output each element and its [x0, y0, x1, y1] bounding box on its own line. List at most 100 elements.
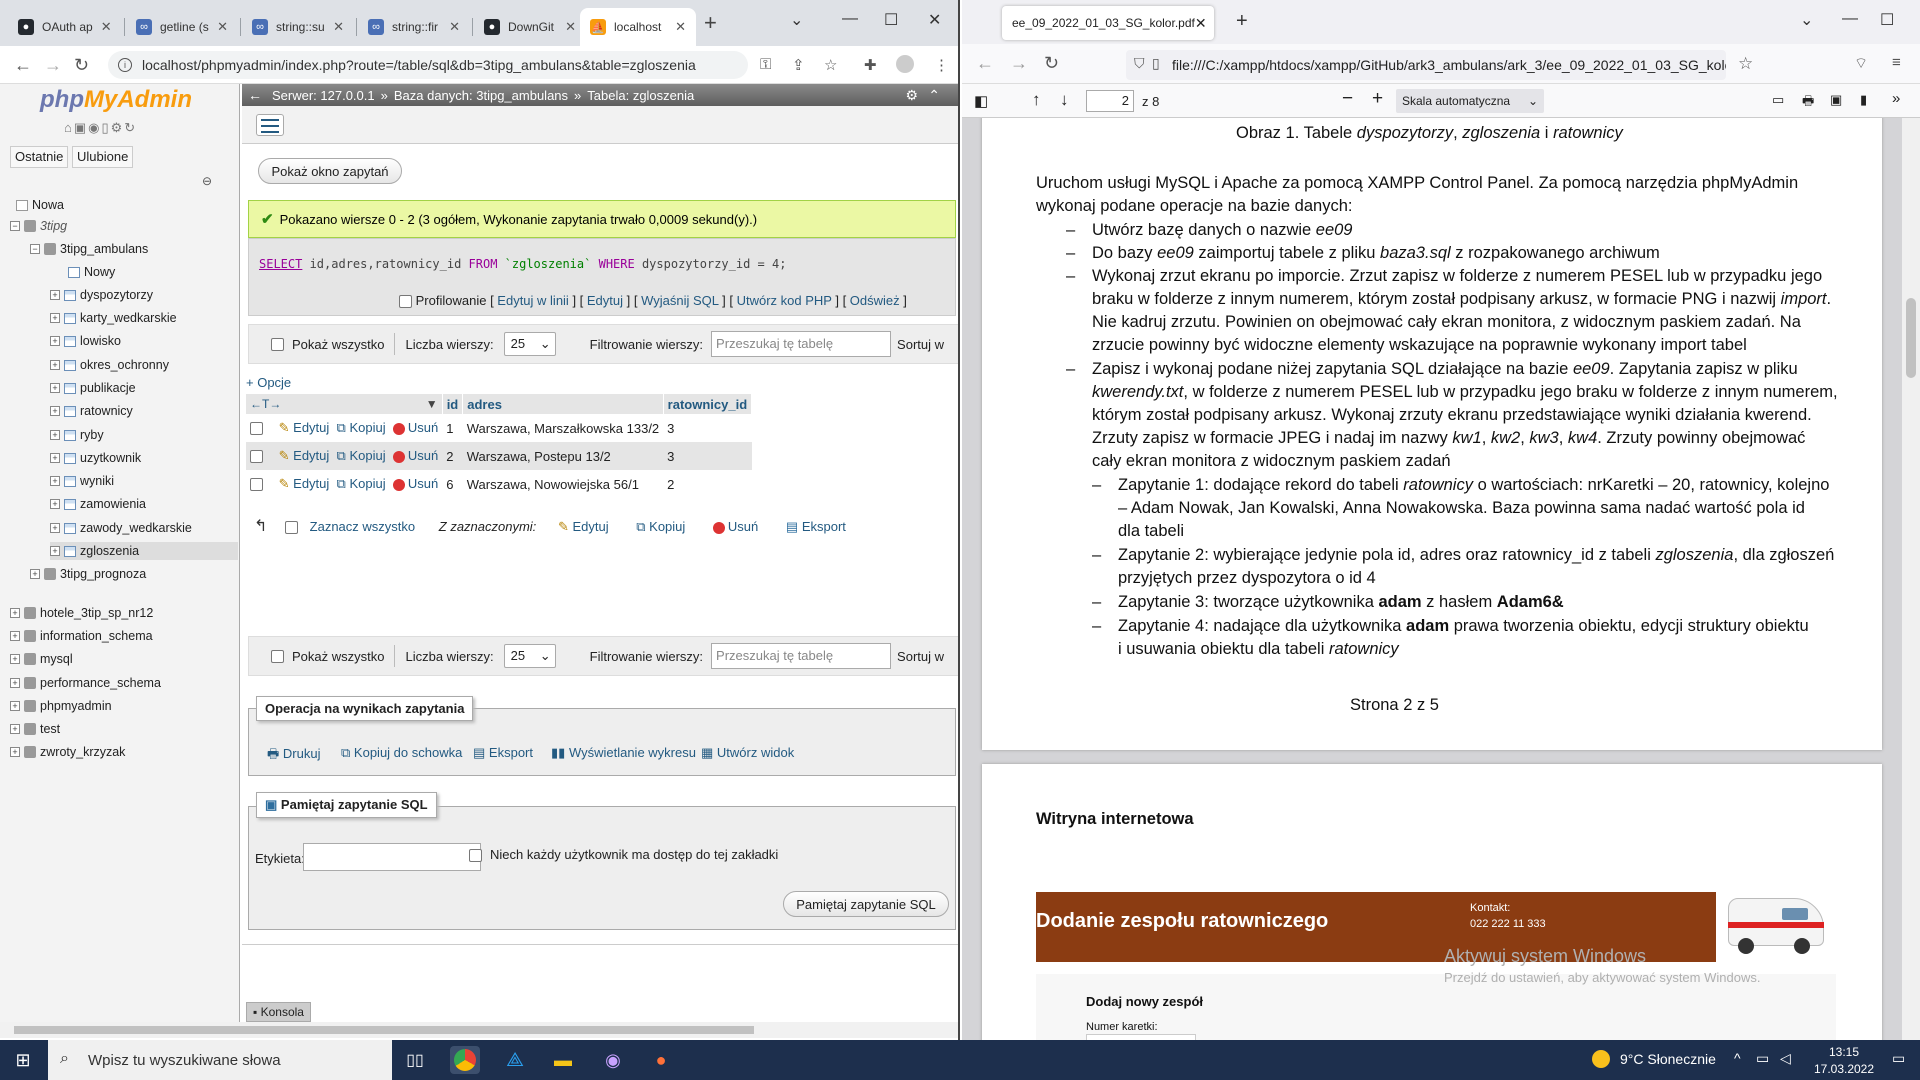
bookmark-star-icon[interactable]: ☆ [824, 56, 837, 74]
expand-icon[interactable]: + [50, 476, 60, 486]
collapse-top-icon[interactable]: ⌃ [928, 87, 940, 104]
create-php-code-link[interactable]: Utwórz kod PHP [737, 293, 832, 308]
cell-ratownicy-id[interactable]: 2 [663, 470, 751, 498]
tree-db[interactable]: + phpmyadmin [10, 697, 112, 715]
new-tab-plus-icon[interactable]: + [1236, 10, 1248, 33]
display-chart-link[interactable]: ▮▮ Wyświetlanie wykresu [551, 745, 696, 761]
print-link[interactable]: 🖶 Drukuj [267, 745, 320, 767]
reload-icon[interactable]: ↻ [1044, 53, 1059, 74]
bookmark-shared-checkbox[interactable] [469, 849, 482, 863]
check-all-checkbox[interactable] [285, 521, 299, 535]
settings-gear-icon[interactable]: ⚙ [905, 87, 918, 104]
key-icon[interactable]: ⚿ [760, 56, 771, 73]
breadcrumb-table[interactable]: Tabela: zgloszenia [587, 88, 694, 103]
vertical-scrollbar[interactable] [1902, 118, 1920, 1040]
bookmark-star-icon[interactable]: ☆ [1738, 54, 1753, 74]
zoom-select[interactable]: Skala automatyczna ⌄ [1396, 89, 1544, 113]
edit-query-link[interactable]: Edytuj [587, 293, 623, 308]
bulk-copy-button[interactable]: Kopiuj [649, 519, 685, 534]
tree-db-3tipg[interactable]: − 3tipg [10, 217, 67, 235]
tree-table[interactable]: + karty_wedkarskie [50, 309, 177, 327]
page-number-input[interactable]: 2 [1086, 90, 1134, 112]
expand-icon[interactable]: + [50, 313, 60, 323]
expand-icon[interactable]: + [50, 290, 60, 300]
show-all-checkbox[interactable] [271, 337, 284, 351]
column-header-adres[interactable]: adres [462, 394, 664, 414]
tree-table[interactable]: + uzytkownik [50, 449, 141, 467]
clock-time[interactable]: 13:15 [1808, 1045, 1880, 1059]
tab-close-icon[interactable]: ✕ [93, 19, 112, 35]
tab-downgit[interactable]: ● DownGit ✕ [474, 8, 586, 46]
bookmark-shared-option[interactable]: Niech każdy użytkownik ma dostęp do tej … [469, 847, 778, 863]
expand-icon[interactable]: + [10, 678, 20, 688]
tree-db[interactable]: + mysql [10, 650, 73, 668]
expand-icon[interactable]: + [50, 360, 60, 370]
expand-icon[interactable]: + [10, 747, 20, 757]
rows-count-select[interactable]: 25 ⌄ [503, 332, 556, 356]
new-tab-plus-icon[interactable]: + [704, 10, 717, 36]
filter-rows-input[interactable]: Przeszukaj tę tabelę [711, 643, 892, 669]
tab-close-icon[interactable]: ✕ [441, 19, 460, 35]
row-checkbox[interactable] [250, 478, 263, 492]
rows-count-select[interactable]: 25 ⌄ [503, 644, 556, 668]
explain-sql-link[interactable]: Wyjaśnij SQL [641, 293, 718, 308]
refresh-link[interactable]: Odśwież [850, 293, 900, 308]
tab-localhost[interactable]: ⛵ localhost ✕ [580, 8, 696, 46]
tree-db-3tipg-ambulans[interactable]: − 3tipg_ambulans [30, 240, 148, 258]
expand-icon[interactable]: + [10, 608, 20, 618]
row-edit-link[interactable]: Edytuj [293, 420, 329, 435]
bookmark-label-input[interactable] [303, 843, 481, 871]
weather-text[interactable]: 9°C Słonecznie [1620, 1051, 1716, 1067]
tree-table[interactable]: + zawody_wedkarskie [50, 519, 192, 537]
sort-triangle-icon[interactable]: ▼ [426, 397, 438, 411]
tree-db-3tipg-prognoza[interactable]: +3tipg_prognoza [30, 565, 146, 583]
row-copy-link[interactable]: Kopiuj [349, 448, 385, 463]
sql-keyword[interactable]: SELECT [259, 257, 302, 271]
tree-table-selected[interactable]: + zgloszenia [50, 542, 238, 560]
bulk-export-button[interactable]: Eksport [802, 519, 846, 534]
row-delete-link[interactable]: Usuń [408, 448, 438, 463]
expand-icon[interactable]: + [50, 546, 60, 556]
tree-table[interactable]: + wyniki [50, 472, 114, 490]
row-edit-link[interactable]: Edytuj [293, 448, 329, 463]
zoom-out-icon[interactable]: − [1342, 88, 1353, 110]
collapse-nav-arrow-icon[interactable]: ← [248, 87, 262, 103]
print-icon[interactable]: 🖶 [1802, 92, 1814, 114]
show-all-checkbox[interactable] [271, 649, 284, 663]
profile-avatar-icon[interactable] [896, 55, 914, 73]
cell-id[interactable]: 2 [442, 442, 463, 470]
file-explorer-icon[interactable]: ▬ [548, 1046, 578, 1074]
back-arrow-icon[interactable]: ← [14, 55, 32, 76]
back-arrow-icon[interactable]: ← [976, 53, 994, 74]
next-page-icon[interactable]: ↓ [1060, 90, 1069, 110]
cell-adres[interactable]: Warszawa, Marszałkowska 133/2 [463, 414, 663, 442]
pocket-icon[interactable]: ⌔ [1854, 54, 1868, 73]
expand-icon[interactable]: + [10, 654, 20, 664]
tab-close-icon[interactable]: ✕ [209, 19, 228, 35]
volume-icon[interactable]: ◁ [1780, 1050, 1791, 1067]
previous-page-icon[interactable]: ↑ [1032, 90, 1041, 110]
cell-adres[interactable]: Warszawa, Nowowiejska 56/1 [463, 470, 663, 498]
expand-icon[interactable]: + [10, 631, 20, 641]
taskbar-search-box[interactable]: ⌕ Wpisz tu wyszukiwane słowa [48, 1040, 392, 1080]
tree-db[interactable]: + hotele_3tip_sp_nr12 [10, 604, 153, 622]
create-view-link[interactable]: ▦ Utwórz widok [701, 745, 794, 761]
tab-string-substr[interactable]: ∞ string::su ✕ [242, 8, 354, 46]
scrollbar-thumb[interactable] [14, 1026, 754, 1034]
horizontal-scrollbar[interactable] [0, 1022, 958, 1038]
cell-id[interactable]: 6 [442, 470, 463, 498]
task-view-icon[interactable]: ▯▯ [400, 1046, 430, 1074]
remember-query-button[interactable]: Pamiętaj zapytanie SQL [783, 891, 949, 917]
tree-db[interactable]: + information_schema [10, 627, 153, 645]
tab-close-icon[interactable]: ✕ [667, 19, 686, 35]
row-copy-link[interactable]: Kopiuj [349, 476, 385, 491]
row-delete-link[interactable]: Usuń [408, 476, 438, 491]
row-edit-link[interactable]: Edytuj [293, 476, 329, 491]
tree-table[interactable]: + lowisko [50, 332, 121, 350]
tools-chevron-icon[interactable]: » [1892, 90, 1900, 107]
expand-icon[interactable]: + [50, 453, 60, 463]
expand-icon[interactable]: + [30, 569, 40, 579]
bulk-delete-button[interactable]: Usuń [728, 519, 758, 534]
expand-icon[interactable]: + [10, 701, 20, 711]
row-checkbox[interactable] [250, 450, 263, 464]
